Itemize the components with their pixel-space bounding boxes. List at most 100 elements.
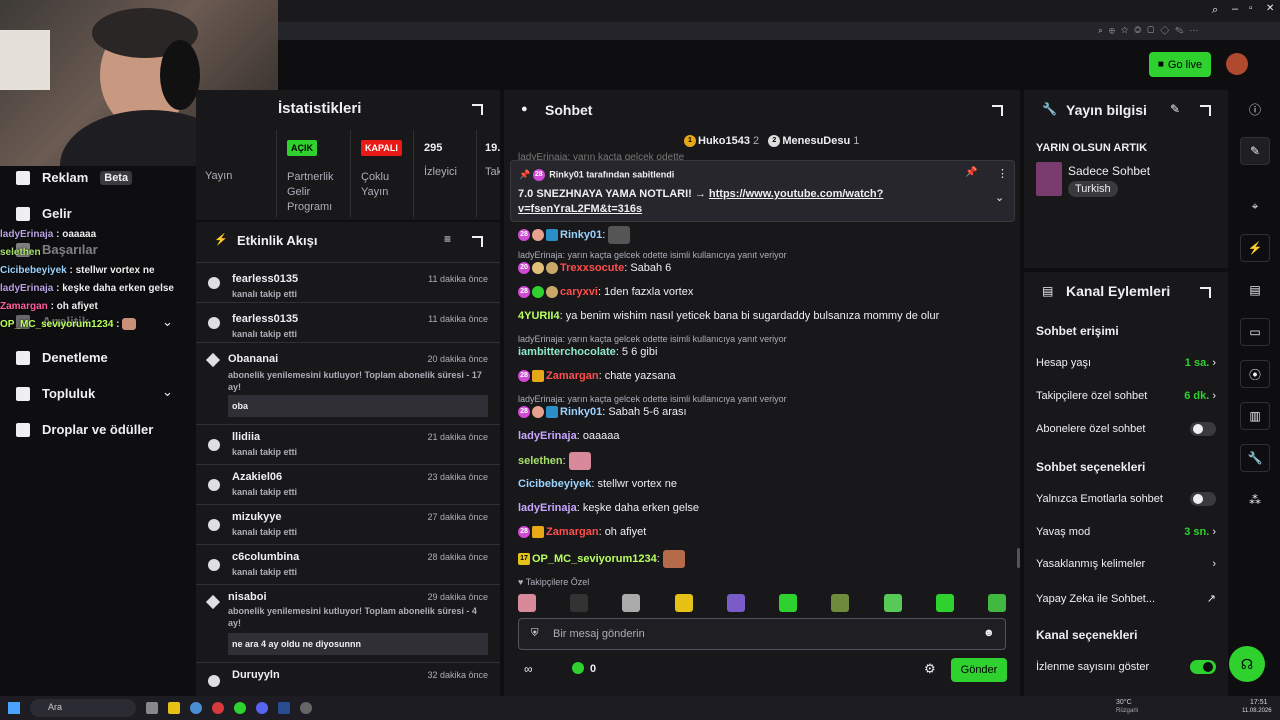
rank-2-badge: 2 [768,135,781,148]
spotify-icon[interactable] [234,702,246,714]
account-age-row[interactable]: Hesap yaşı 1 sa. › [1036,357,1216,369]
obs-icon[interactable] [300,702,312,714]
emote-only-toggle[interactable] [1190,492,1216,506]
nav-item-droplar[interactable]: Droplar ve ödüller [16,422,153,437]
emoji-icon[interactable]: ☻ [983,627,995,639]
apps-icon[interactable]: ⁂ [1240,486,1270,514]
nav-item-gelir[interactable]: Gelir [16,206,72,221]
reply-context[interactable]: ladyErinaja: yarın kaçta gelcek odette i… [518,394,787,404]
infinity-icon[interactable]: ∞ [524,662,533,676]
clock-time: 17:51 [1250,699,1268,706]
search-icon[interactable]: ⌕ [1212,4,1218,17]
nav-item-reklam[interactable]: Reklam Beta [16,170,133,185]
toolbar-icons[interactable]: ⌕⊕☆◎▢◇✎⋯ [1098,25,1204,36]
chat-message: ladyErinaja: keşke daha erken gelse [518,502,700,514]
emote [608,226,631,244]
subs-chat-toggle[interactable] [1190,422,1216,436]
chat-message: 17 OP_MC_seviyorum1234: [518,550,685,568]
edit-icon[interactable]: ✎ [1170,102,1180,116]
points-count: 0 [590,663,597,675]
emote[interactable] [570,594,589,612]
broadcast-icon[interactable]: ⦿ [1240,360,1270,388]
emote[interactable] [622,594,641,612]
folder-icon[interactable] [168,702,180,714]
emote[interactable] [518,594,536,612]
chrome-icon[interactable] [190,702,202,714]
emote[interactable] [935,594,954,612]
expand-icon[interactable] [472,236,483,247]
overlay-chat-line: selethen [0,247,41,258]
stat-yayin-label: Yayın [205,170,233,182]
lightning-icon[interactable]: ⚡ [1240,234,1270,262]
discord-icon[interactable] [256,702,268,714]
emote[interactable] [831,594,850,612]
emote-bar [518,594,1006,612]
chat-bubble-icon[interactable]: ▭ [1240,318,1270,346]
gift-badge-icon [546,262,558,275]
banned-words-row[interactable]: Yasaklanmış kelimeler › [1036,558,1216,570]
expand-icon[interactable] [992,105,1003,116]
edit-icon[interactable]: ✎ [1240,137,1270,165]
sub-badge: 28 [532,169,545,181]
show-viewers-toggle[interactable] [1190,660,1216,674]
minimize-icon[interactable]: – [1232,3,1238,15]
overlay-chat-line: OP_MC_seviyorum1234 : [0,316,196,334]
info-icon[interactable]: ⓘ [1240,95,1270,123]
layout-icon[interactable]: ▥ [1240,402,1270,430]
target-icon[interactable]: ⌖ [1240,192,1270,220]
expand-icon[interactable] [1200,287,1211,298]
steam-icon[interactable] [278,702,290,714]
overlay-chat-line: Cicibebeyiyek : stellwr vortex ne [0,265,155,276]
followers-chat-row[interactable]: Takipçilere özel sohbet 6 dk. › [1036,390,1216,402]
go-live-button[interactable]: ■ Go live [1149,52,1211,77]
language-tag: Turkish [1068,181,1118,197]
emote[interactable] [779,594,798,612]
filter-icon[interactable]: ≡ [444,232,451,246]
taskbar-search[interactable]: Ara [30,699,136,717]
more-icon[interactable]: ⋮ [997,167,1008,180]
clipboard-icon[interactable]: ▤ [1240,276,1270,304]
support-button[interactable]: ☊ [1229,646,1265,682]
taskview-icon[interactable] [146,702,158,714]
wrench-icon [16,350,30,365]
address-bar[interactable]: ⌕⊕☆◎▢◇✎⋯ [278,22,1280,40]
expand-icon[interactable] [1200,105,1211,116]
slow-mode-row[interactable]: Yavaş mod 3 sn. › [1036,526,1216,538]
heart-icon: ♥ [518,577,524,587]
nav-item-topluluk[interactable]: Topluluk [16,386,95,401]
overlay-chat-line: Zamargan : oh afiyet [0,301,98,312]
opera-icon[interactable] [212,702,224,714]
reply-context[interactable]: ladyErinaja: yarın kaçta gelcek odette i… [518,250,787,260]
nav-item-denetleme[interactable]: Denetleme [16,350,108,365]
scrollbar[interactable] [1017,548,1020,568]
maximize-icon[interactable]: ▫ [1249,3,1253,14]
emote[interactable] [674,594,693,612]
channel-points-icon[interactable] [572,662,584,674]
gear-icon[interactable]: ⚙ [924,661,936,677]
chevron-down-icon[interactable]: ⌄ [162,384,176,400]
camera-icon: ■ [1157,59,1164,70]
shield-icon: ⛨ [531,628,539,639]
emote[interactable] [726,594,745,612]
category-thumbnail[interactable] [1036,162,1062,196]
chat-input[interactable]: ⛨ Bir mesaj gönderin ☻ [518,618,1006,650]
stat-coklu: KAPALI Çoklu Yayın [350,130,412,218]
wrench-icon[interactable]: 🔧 [1240,444,1270,472]
community-icon [16,386,30,401]
category-name[interactable]: Sadece Sohbet [1068,164,1150,178]
weather-temp: 30°C [1116,699,1132,706]
ai-chat-row[interactable]: Yapay Zeka ile Sohbet... ↗ [1036,592,1216,606]
chevron-down-icon[interactable]: ⌄ [995,191,1004,204]
send-button[interactable]: Gönder [951,658,1007,682]
close-icon[interactable]: ✕ [1266,3,1274,14]
unpin-icon[interactable]: 📌 [965,167,977,178]
reply-context[interactable]: ladyErinaja: yarın kaçta gelcek odette i… [518,334,787,344]
windows-start-icon[interactable] [8,702,20,714]
emote[interactable] [987,594,1006,612]
stat-partner: AÇIK Partnerlik Gelir Programı [276,130,348,218]
chat-title: Sohbet [545,102,593,118]
avatar[interactable] [1226,53,1248,75]
chat-bubble-icon: ● [521,103,528,115]
expand-icon[interactable] [472,104,483,115]
emote[interactable] [883,594,902,612]
